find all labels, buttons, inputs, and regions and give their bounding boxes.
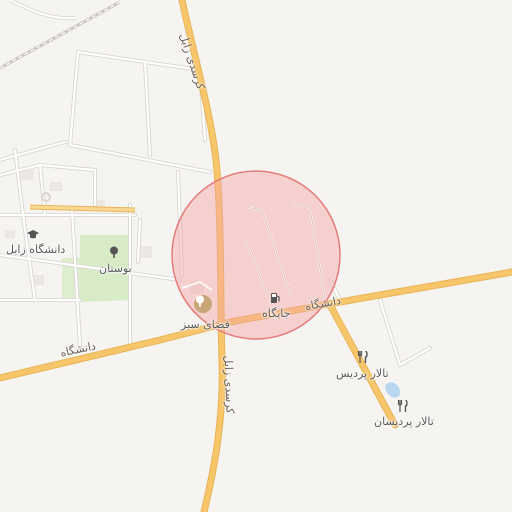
gas-station-label[interactable]: جایگاه	[262, 307, 290, 320]
fork-knife-icon[interactable]	[357, 351, 371, 365]
highlight-circle[interactable]	[171, 170, 341, 340]
green-space-label[interactable]: فضای سبز	[181, 318, 230, 331]
university-label[interactable]: دانشگاه زابل	[6, 243, 65, 256]
hall-pardis-label[interactable]: تالار پردیس	[336, 367, 389, 380]
green-space-tree-icon[interactable]	[194, 295, 212, 313]
tree-icon[interactable]	[108, 246, 122, 260]
map-canvas[interactable]	[0, 0, 512, 512]
map-view[interactable]: کرسدی زابل کرسدی زابل دانشگاه دانشگاه دا…	[0, 0, 512, 512]
road-label-north-south-bottom: کرسدی زابل	[221, 355, 237, 414]
fuel-pump-icon[interactable]	[269, 292, 283, 306]
graduation-cap-icon[interactable]	[27, 229, 41, 243]
garden-label[interactable]: بوستان	[99, 262, 132, 275]
fork-knife-icon-2[interactable]	[397, 400, 411, 414]
hall-pardisan-label[interactable]: تالار پردیسان	[374, 415, 434, 428]
